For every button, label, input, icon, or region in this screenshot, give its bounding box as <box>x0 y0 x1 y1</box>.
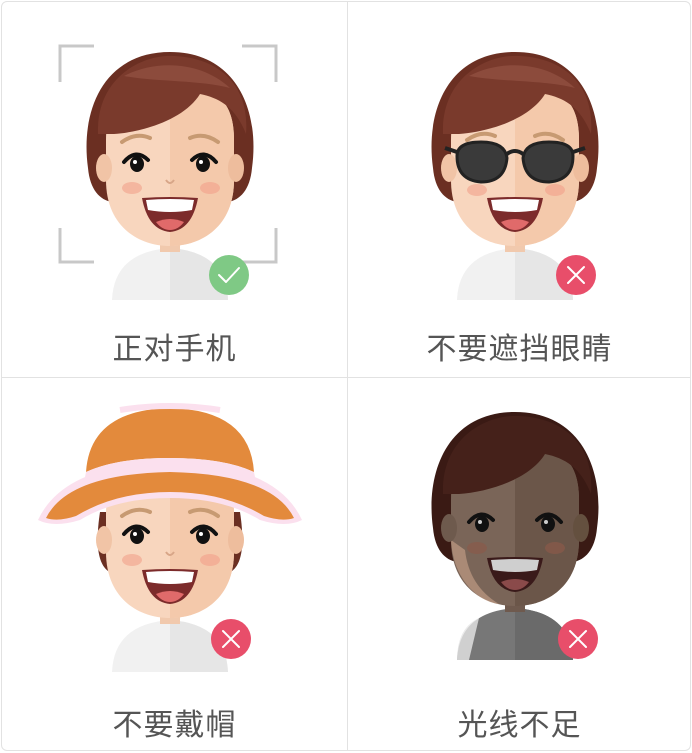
cross-icon <box>211 619 251 659</box>
woman-hat-icon <box>38 403 302 672</box>
tip-face-phone: 正对手机 <box>2 2 347 377</box>
tip-no-cover-eyes: 不要遮挡眼睛 <box>347 2 690 377</box>
tip-low-light: 光线不足 <box>347 378 690 750</box>
woman-dark-icon <box>431 412 599 660</box>
status-badge <box>557 618 599 660</box>
tip-label: 不要遮挡眼睛 <box>426 332 613 367</box>
tip-label: 正对手机 <box>112 332 237 367</box>
tip-no-hat: 不要戴帽 <box>2 378 347 750</box>
check-icon <box>209 255 249 295</box>
status-badge <box>208 254 250 296</box>
status-badge <box>555 254 597 296</box>
face-capture-guide: 正对手机 不要遮挡眼睛 不要戴帽 光线不足 <box>1 1 691 751</box>
tip-label: 光线不足 <box>457 708 582 743</box>
cross-icon <box>556 255 596 295</box>
tip-label: 不要戴帽 <box>112 708 237 743</box>
status-badge <box>210 618 252 660</box>
woman-face-icon <box>58 44 278 300</box>
cross-icon <box>558 619 598 659</box>
woman-sunglasses-icon <box>431 52 599 300</box>
